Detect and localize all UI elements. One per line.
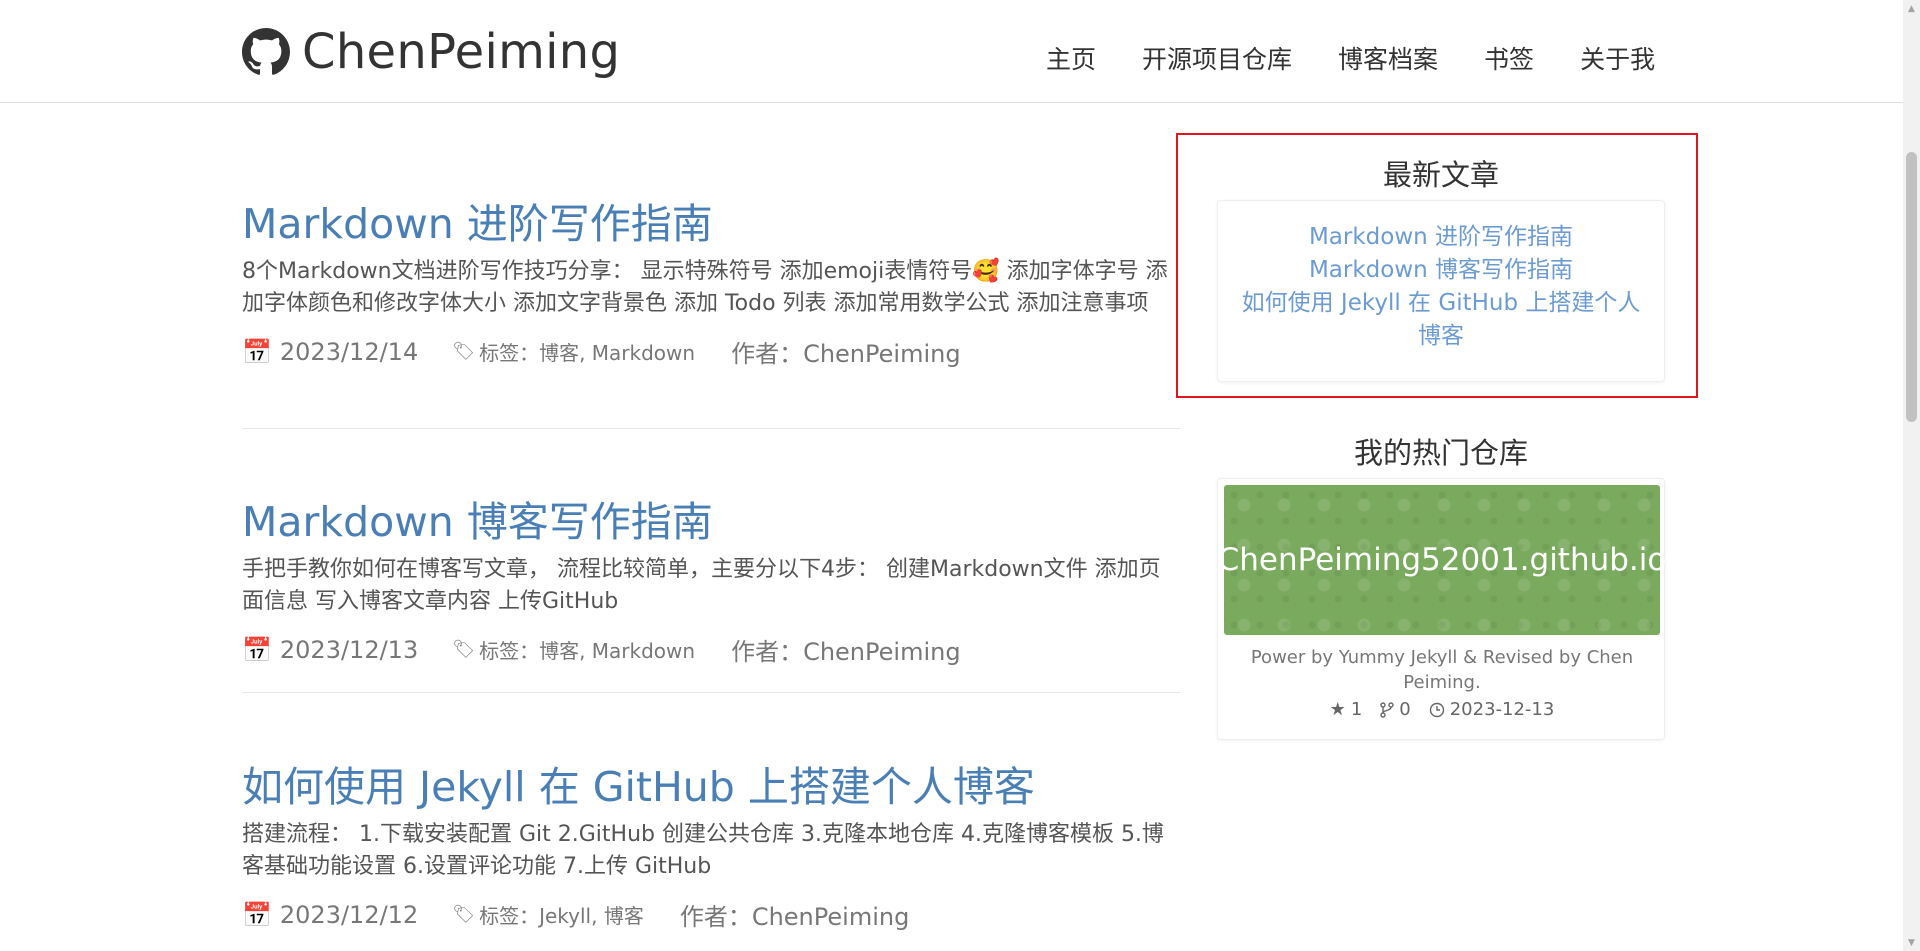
recent-posts-card: Markdown 进阶写作指南 Markdown 博客写作指南 如何使用 Jek… [1217, 200, 1665, 382]
repo-card: ChenPeiming52001.github.io Power by Yumm… [1217, 478, 1666, 740]
scroll-thumb[interactable] [1906, 152, 1917, 422]
post-meta: 📅 2023/12/14 🏷 标签：博客, Markdown 作者：ChenPe… [242, 334, 1180, 369]
post-title[interactable]: Markdown 进阶写作指南 [242, 190, 1180, 250]
post-title[interactable]: 如何使用 Jekyll 在 GitHub 上搭建个人博客 [242, 753, 1180, 813]
clock-icon [1429, 702, 1444, 717]
site-logo[interactable]: ChenPeiming [242, 22, 620, 82]
repo-stars-count: 1 [1350, 699, 1363, 720]
nav-bookmarks[interactable]: 书签 [1484, 40, 1534, 76]
main-nav: 主页 开源项目仓库 博客档案 书签 关于我 [1046, 40, 1655, 76]
post-excerpt: 手把手教你如何在博客写文章， 流程比较简单，主要分以下4步： 创建Markdow… [242, 557, 1161, 614]
nav-archive[interactable]: 博客档案 [1338, 40, 1438, 76]
site-header: ChenPeiming 主页 开源项目仓库 博客档案 书签 关于我 [0, 0, 1903, 103]
tag-icon: 🏷 [452, 341, 476, 362]
tag-icon: 🏷 [452, 639, 476, 660]
star-icon: ★ [1329, 699, 1346, 720]
post-author: 作者：ChenPeiming [731, 340, 961, 368]
post-date-text: 2023/12/12 [279, 900, 419, 929]
calendar-icon: 📅 [242, 337, 272, 366]
post-tags: 🏷 标签：博客, Markdown [452, 337, 695, 366]
repo-stats: ★ 1 0 2023-12-13 [1218, 699, 1666, 720]
repo-forks: 0 [1380, 699, 1411, 720]
recent-post-link[interactable]: 如何使用 Jekyll 在 GitHub 上搭建个人博客 [1218, 287, 1664, 353]
page-scrollbar[interactable]: ▲ ▼ [1903, 0, 1920, 951]
nav-about[interactable]: 关于我 [1580, 40, 1655, 76]
fork-icon [1380, 701, 1394, 718]
popular-repos-heading: 我的热门仓库 [1353, 436, 1528, 470]
nav-open-source[interactable]: 开源项目仓库 [1142, 40, 1292, 76]
post-tags: 🏷 标签：博客, Markdown [452, 635, 695, 664]
repo-updated: 2023-12-13 [1429, 699, 1555, 720]
calendar-icon: 📅 [242, 635, 272, 664]
repo-name-banner[interactable]: ChenPeiming52001.github.io [1218, 485, 1666, 635]
scroll-down-arrow-icon[interactable]: ▼ [1903, 934, 1920, 951]
repo-stars: ★ 1 [1330, 699, 1363, 720]
repo-updated-date: 2023-12-13 [1449, 699, 1555, 720]
post-tags-text[interactable]: 标签：博客, Markdown [479, 337, 695, 366]
post-excerpt: 搭建流程： 1.下载安装配置 Git 2.GitHub 创建公共仓库 3.克隆本… [242, 822, 1164, 879]
post-date: 📅 2023/12/13 [242, 636, 418, 664]
site-name: ChenPeiming [302, 24, 621, 80]
post-date-text: 2023/12/13 [279, 635, 419, 664]
post-date: 📅 2023/12/14 [242, 338, 418, 366]
recent-post-link[interactable]: Markdown 博客写作指南 [1218, 254, 1664, 287]
post-title[interactable]: Markdown 博客写作指南 [242, 488, 1180, 548]
divider [242, 692, 1180, 693]
recent-post-link[interactable]: Markdown 进阶写作指南 [1218, 221, 1664, 254]
divider [242, 428, 1180, 429]
post-meta: 📅 2023/12/12 🏷 标签：Jekyll, 博客 作者：ChenPeim… [242, 897, 1180, 932]
post-tags: 🏷 标签：Jekyll, 博客 [452, 900, 644, 929]
github-icon [242, 28, 290, 75]
calendar-icon: 📅 [242, 900, 272, 929]
post-excerpt: 8个Markdown文档进阶写作技巧分享： 显示特殊符号 添加emoji表情符号… [242, 259, 1168, 316]
post-tags-text[interactable]: 标签：博客, Markdown [479, 635, 695, 664]
tag-icon: 🏷 [452, 904, 476, 925]
post-date-text: 2023/12/14 [279, 337, 419, 366]
recent-posts-heading: 最新文章 [1382, 158, 1499, 192]
post-author: 作者：ChenPeiming [679, 903, 910, 931]
post-item: Markdown 博客写作指南 手把手教你如何在博客写文章， 流程比较简单，主要… [242, 488, 1180, 667]
post-date: 📅 2023/12/12 [242, 901, 418, 929]
post-meta: 📅 2023/12/13 🏷 标签：博客, Markdown 作者：ChenPe… [242, 632, 1180, 667]
nav-home[interactable]: 主页 [1046, 40, 1096, 76]
scroll-up-arrow-icon[interactable]: ▲ [1903, 0, 1920, 17]
repo-description: Power by Yummy Jekyll & Revised by Chen … [1250, 647, 1634, 693]
repo-forks-count: 0 [1399, 699, 1411, 720]
post-author: 作者：ChenPeiming [731, 638, 961, 666]
post-item: 如何使用 Jekyll 在 GitHub 上搭建个人博客 搭建流程： 1.下载安… [242, 753, 1180, 932]
post-item: Markdown 进阶写作指南 8个Markdown文档进阶写作技巧分享： 显示… [242, 190, 1180, 369]
post-tags-text[interactable]: 标签：Jekyll, 博客 [479, 900, 644, 929]
